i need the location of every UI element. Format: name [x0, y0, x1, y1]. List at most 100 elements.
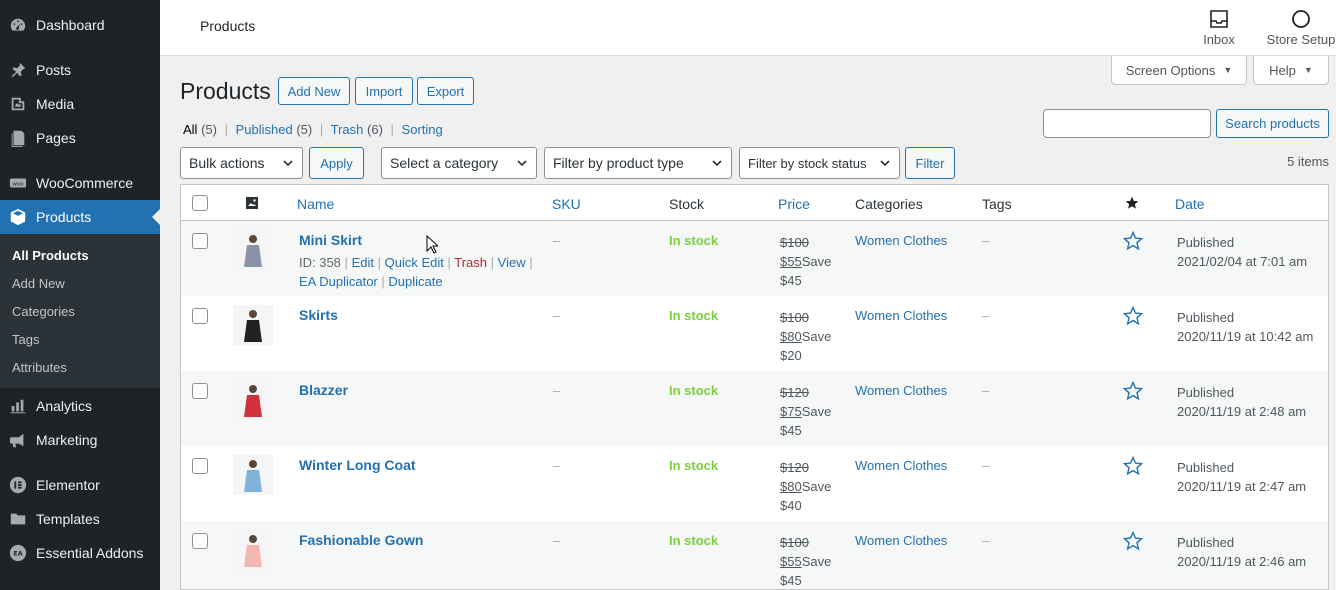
row-checkbox[interactable]: [192, 233, 208, 249]
view-all-link[interactable]: All: [183, 122, 197, 137]
separator: |: [224, 122, 228, 137]
view-sorting-link[interactable]: Sorting: [402, 122, 443, 137]
edit-link[interactable]: Edit: [352, 255, 374, 270]
sidebar-item-woocommerce[interactable]: woo WooCommerce: [0, 166, 160, 200]
bulk-actions-select[interactable]: Bulk actions: [180, 147, 303, 179]
elementor-icon: [0, 468, 36, 502]
star-outline-icon[interactable]: [1123, 381, 1143, 401]
sale-price: $80: [780, 329, 802, 344]
price-cell: $120 $75Save $45: [780, 383, 831, 440]
star-outline-icon[interactable]: [1123, 231, 1143, 251]
star-outline-icon[interactable]: [1123, 306, 1143, 326]
apply-button[interactable]: Apply: [309, 147, 364, 179]
view-trash-link[interactable]: Trash: [331, 122, 364, 137]
row-checkbox[interactable]: [192, 533, 208, 549]
product-thumbnail[interactable]: [233, 530, 273, 570]
screen-options-button[interactable]: Screen Options ▼: [1111, 56, 1247, 85]
featured-star-icon[interactable]: [1125, 196, 1139, 210]
chevron-down-icon: [517, 160, 527, 167]
submenu-categories[interactable]: Categories: [12, 304, 75, 319]
category-link[interactable]: Women Clothes: [855, 458, 947, 473]
sidebar-item-products[interactable]: Products: [0, 200, 160, 234]
submenu-all-products[interactable]: All Products: [12, 248, 89, 263]
sidebar-item-label: Dashboard: [36, 17, 105, 33]
sidebar-item-templates[interactable]: Templates: [0, 502, 160, 536]
submenu-attributes[interactable]: Attributes: [12, 360, 67, 375]
stock-status: In stock: [669, 458, 719, 473]
trash-link[interactable]: Trash: [454, 255, 487, 270]
star-outline-icon[interactable]: [1123, 456, 1143, 476]
regular-price: $100: [780, 235, 809, 250]
inbox-label: Inbox: [1203, 32, 1235, 47]
category-link[interactable]: Women Clothes: [855, 533, 947, 548]
sidebar-item-essential-addons[interactable]: EA Essential Addons: [0, 536, 160, 570]
product-name-link[interactable]: Skirts: [299, 307, 338, 323]
search-products-button[interactable]: Search products: [1216, 109, 1329, 138]
products-icon: [0, 200, 36, 234]
product-name-link[interactable]: Mini Skirt: [299, 232, 362, 248]
sidebar-item-label: Essential Addons: [36, 545, 144, 561]
view-published-count: (5): [296, 122, 313, 137]
duplicate-link[interactable]: Duplicate: [388, 274, 442, 289]
col-name[interactable]: Name: [297, 196, 334, 212]
row-checkbox[interactable]: [192, 308, 208, 324]
search-input[interactable]: [1043, 109, 1211, 138]
ea-duplicator-link[interactable]: EA Duplicator: [299, 274, 378, 289]
sidebar-item-label: Elementor: [36, 477, 100, 493]
price-cell: $100 $80Save $20: [780, 308, 831, 365]
sidebar-item-pages[interactable]: Pages: [0, 121, 160, 155]
product-type-select[interactable]: Filter by product type: [544, 147, 732, 179]
price-cell: $100 $55Save $45: [780, 533, 831, 589]
sidebar-item-posts[interactable]: Posts: [0, 53, 160, 87]
store-setup-button[interactable]: Store Setup: [1266, 8, 1336, 47]
help-button[interactable]: Help ▼: [1253, 56, 1329, 85]
sidebar-item-elementor[interactable]: Elementor: [0, 468, 160, 502]
product-thumbnail[interactable]: [233, 230, 273, 270]
submenu-add-new[interactable]: Add New: [12, 276, 65, 291]
add-new-button[interactable]: Add New: [278, 77, 350, 105]
import-button[interactable]: Import: [355, 77, 413, 105]
view-published-link[interactable]: Published: [236, 122, 293, 137]
select-all-checkbox[interactable]: [192, 195, 208, 211]
col-date[interactable]: Date: [1175, 196, 1205, 212]
bulk-actions-value: Bulk actions: [189, 155, 265, 171]
separator: |: [390, 122, 394, 137]
save-amount: $45: [780, 273, 802, 288]
chevron-down-icon: [880, 160, 890, 167]
row-checkbox[interactable]: [192, 383, 208, 399]
sidebar-item-marketing[interactable]: Marketing: [0, 423, 160, 457]
col-categories: Categories: [855, 196, 923, 212]
product-name-link[interactable]: Winter Long Coat: [299, 457, 416, 473]
col-sku[interactable]: SKU: [552, 196, 581, 212]
stock-status: In stock: [669, 233, 719, 248]
export-button[interactable]: Export: [417, 77, 474, 105]
category-link[interactable]: Women Clothes: [855, 233, 947, 248]
product-thumbnail[interactable]: [233, 305, 273, 345]
regular-price: $120: [780, 385, 809, 400]
publish-date: 2020/11/19 at 2:46 am: [1177, 554, 1307, 569]
quick-edit-link[interactable]: Quick Edit: [385, 255, 444, 270]
product-name-link[interactable]: Blazzer: [299, 382, 348, 398]
table-row: Skirts – In stock $100 $80Save $20 Women…: [181, 296, 1328, 371]
row-checkbox[interactable]: [192, 458, 208, 474]
publish-status: Published: [1177, 535, 1235, 550]
table-row: Mini Skirt – In stock $100 $55Save $45 W…: [181, 221, 1328, 296]
inbox-button[interactable]: Inbox: [1200, 8, 1238, 47]
filter-button[interactable]: Filter: [905, 147, 955, 179]
product-name-link[interactable]: Fashionable Gown: [299, 532, 423, 548]
category-select[interactable]: Select a category: [381, 147, 537, 179]
sidebar-item-analytics[interactable]: Analytics: [0, 389, 160, 423]
stock-status-select[interactable]: Filter by stock status: [739, 147, 900, 179]
product-thumbnail[interactable]: [233, 455, 273, 495]
sidebar-item-dashboard[interactable]: Dashboard: [0, 8, 160, 42]
submenu-tags[interactable]: Tags: [12, 332, 39, 347]
sidebar-item-media[interactable]: Media: [0, 87, 160, 121]
folder-icon: [0, 502, 36, 536]
view-link[interactable]: View: [498, 255, 526, 270]
star-outline-icon[interactable]: [1123, 531, 1143, 551]
category-link[interactable]: Women Clothes: [855, 383, 947, 398]
col-price[interactable]: Price: [778, 196, 810, 212]
category-link[interactable]: Women Clothes: [855, 308, 947, 323]
tags-value: –: [982, 458, 990, 473]
product-thumbnail[interactable]: [233, 380, 273, 420]
